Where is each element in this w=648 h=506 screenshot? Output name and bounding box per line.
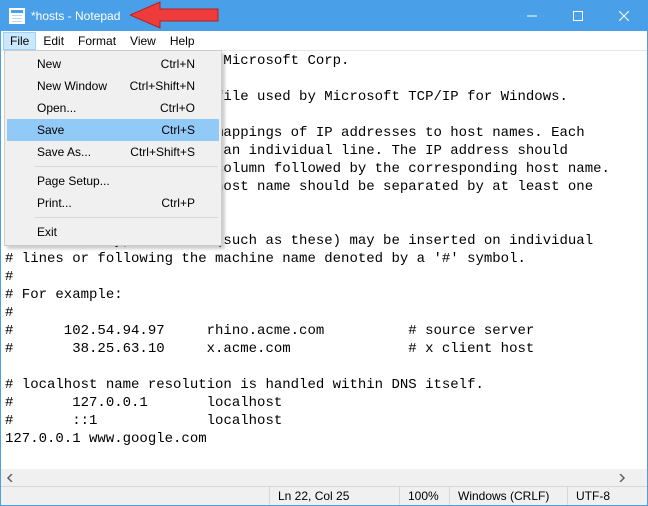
menu-separator	[35, 217, 218, 218]
menu-file[interactable]: File	[3, 32, 36, 50]
titlebar[interactable]: *hosts - Notepad	[1, 1, 647, 31]
menu-item-new[interactable]: New Ctrl+N	[7, 53, 219, 75]
statusbar: Ln 22, Col 25 100% Windows (CRLF) UTF-8	[1, 486, 647, 505]
window-controls	[509, 1, 647, 31]
horizontal-scrollbar[interactable]	[1, 469, 630, 486]
status-position: Ln 22, Col 25	[269, 487, 399, 505]
menu-item-shortcut: Ctrl+P	[161, 196, 195, 210]
menu-format[interactable]: Format	[71, 32, 123, 50]
window-title: *hosts - Notepad	[31, 9, 120, 23]
menu-item-label: Open...	[37, 101, 76, 115]
menu-item-shortcut: Ctrl+O	[160, 101, 195, 115]
scroll-right-icon[interactable]	[613, 469, 630, 486]
menu-item-label: Exit	[37, 225, 57, 239]
menu-item-open[interactable]: Open... Ctrl+O	[7, 97, 219, 119]
menu-item-shortcut: Ctrl+Shift+N	[130, 79, 195, 93]
menu-item-label: New Window	[37, 79, 107, 93]
status-line-ending: Windows (CRLF)	[449, 487, 567, 505]
menu-item-shortcut: Ctrl+S	[161, 123, 195, 137]
menu-item-label: Page Setup...	[37, 174, 110, 188]
menu-help[interactable]: Help	[163, 32, 202, 50]
menu-item-label: Save As...	[37, 145, 91, 159]
menu-item-exit[interactable]: Exit	[7, 221, 219, 243]
menu-item-page-setup[interactable]: Page Setup...	[7, 170, 219, 192]
menu-item-save-as[interactable]: Save As... Ctrl+Shift+S	[7, 141, 219, 163]
minimize-button[interactable]	[509, 1, 555, 31]
menu-item-shortcut: Ctrl+N	[161, 57, 195, 71]
menu-item-label: Print...	[37, 196, 72, 210]
scroll-left-icon[interactable]	[1, 469, 18, 486]
menu-item-print[interactable]: Print... Ctrl+P	[7, 192, 219, 214]
menu-separator	[35, 166, 218, 167]
maximize-button[interactable]	[555, 1, 601, 31]
file-menu-dropdown: New Ctrl+N New Window Ctrl+Shift+N Open.…	[4, 50, 222, 246]
menu-item-new-window[interactable]: New Window Ctrl+Shift+N	[7, 75, 219, 97]
status-encoding: UTF-8	[567, 487, 647, 505]
menu-item-label: New	[37, 57, 61, 71]
menu-item-shortcut: Ctrl+Shift+S	[130, 145, 195, 159]
status-zoom: 100%	[399, 487, 449, 505]
menubar: File Edit Format View Help	[1, 31, 647, 51]
menu-item-label: Save	[37, 123, 64, 137]
notepad-icon	[9, 8, 25, 24]
menu-item-save[interactable]: Save Ctrl+S	[7, 119, 219, 141]
menu-edit[interactable]: Edit	[36, 32, 71, 50]
close-button[interactable]	[601, 1, 647, 31]
scroll-corner	[630, 469, 647, 486]
menu-view[interactable]: View	[123, 32, 163, 50]
